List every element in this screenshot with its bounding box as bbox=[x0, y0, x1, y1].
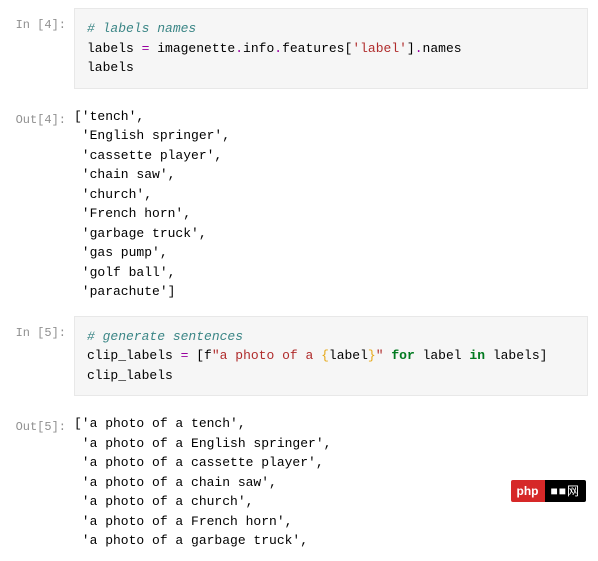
watermark-right: ■■网 bbox=[545, 480, 587, 502]
code-token: features bbox=[282, 41, 344, 56]
code-token: { bbox=[321, 348, 329, 363]
code-token bbox=[485, 348, 493, 363]
code-token: ] bbox=[407, 41, 415, 56]
prompt-in-5: In [5]: bbox=[0, 316, 74, 342]
code-token: = bbox=[134, 41, 157, 56]
comment-line: # generate sentences bbox=[87, 329, 243, 344]
code-token: "a photo of a bbox=[212, 348, 321, 363]
code-token: for bbox=[391, 348, 414, 363]
code-token: labels bbox=[87, 41, 134, 56]
code-token: clip_labels bbox=[87, 348, 173, 363]
cell-in-4: In [4]: # labels names labels = imagenet… bbox=[0, 8, 598, 89]
code-token: info bbox=[243, 41, 274, 56]
code-token: labels bbox=[87, 60, 134, 75]
code-token: clip_labels bbox=[87, 368, 173, 383]
prompt-in-4: In [4]: bbox=[0, 8, 74, 34]
code-token: ] bbox=[540, 348, 548, 363]
prompt-out-5: Out[5]: bbox=[0, 410, 74, 436]
code-token: label bbox=[329, 348, 368, 363]
code-token: . bbox=[235, 41, 243, 56]
cell-in-5: In [5]: # generate sentences clip_labels… bbox=[0, 316, 598, 397]
output-out-4: ['tench', 'English springer', 'cassette … bbox=[74, 103, 598, 302]
code-token: label bbox=[423, 348, 462, 363]
code-token: labels bbox=[493, 348, 540, 363]
prompt-out-4: Out[4]: bbox=[0, 103, 74, 129]
code-token: " bbox=[376, 348, 384, 363]
cell-out-5: Out[5]: ['a photo of a tench', 'a photo … bbox=[0, 410, 598, 551]
code-token bbox=[415, 348, 423, 363]
code-token: . bbox=[274, 41, 282, 56]
code-token: f bbox=[204, 348, 212, 363]
code-in-4[interactable]: # labels names labels = imagenette.info.… bbox=[74, 8, 588, 89]
code-token: [ bbox=[196, 348, 204, 363]
code-token: = bbox=[173, 348, 196, 363]
code-token: names bbox=[423, 41, 462, 56]
code-token: in bbox=[469, 348, 485, 363]
cell-out-4: Out[4]: ['tench', 'English springer', 'c… bbox=[0, 103, 598, 302]
watermark-left: php bbox=[511, 480, 545, 502]
site-watermark: php ■■网 bbox=[511, 480, 587, 502]
comment-line: # labels names bbox=[87, 21, 196, 36]
code-token: . bbox=[415, 41, 423, 56]
code-token: imagenette bbox=[157, 41, 235, 56]
code-token: 'label' bbox=[352, 41, 407, 56]
jupyter-notebook: In [4]: # labels names labels = imagenet… bbox=[0, 0, 598, 561]
code-token: } bbox=[368, 348, 376, 363]
code-in-5[interactable]: # generate sentences clip_labels = [f"a … bbox=[74, 316, 588, 397]
